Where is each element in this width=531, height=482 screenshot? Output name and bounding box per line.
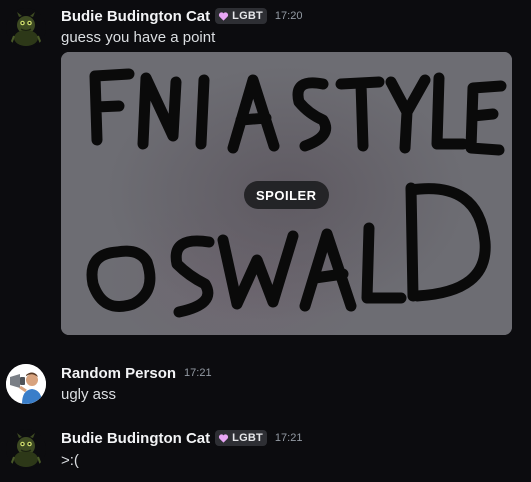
author-name[interactable]: Random Person <box>61 365 176 382</box>
message-header: Random Person 17:21 <box>61 363 212 383</box>
message-header: Budie Budington Cat LGBT 17:20 <box>61 6 302 26</box>
guild-tag-label: LGBT <box>232 10 263 22</box>
chat-message-list: Budie Budington Cat LGBT 17:20 guess you… <box>0 0 531 482</box>
guild-tag-label: LGBT <box>232 432 263 444</box>
guild-tag-badge[interactable]: LGBT <box>215 430 267 446</box>
timestamp[interactable]: 17:21 <box>275 432 303 444</box>
heart-icon <box>219 433 229 443</box>
avatar[interactable] <box>6 364 46 404</box>
author-name[interactable]: Budie Budington Cat <box>61 8 210 25</box>
avatar[interactable] <box>6 8 46 48</box>
message-text: >:( <box>61 452 79 469</box>
timestamp[interactable]: 17:20 <box>275 10 303 22</box>
green-creature-avatar-icon <box>6 429 46 469</box>
message-header: Budie Budington Cat LGBT 17:21 <box>61 428 302 448</box>
guild-tag-badge[interactable]: LGBT <box>215 8 267 24</box>
author-name[interactable]: Budie Budington Cat <box>61 430 210 447</box>
heart-icon <box>219 11 229 21</box>
message-text: guess you have a point <box>61 29 216 46</box>
spoiler-image-attachment[interactable]: SPOILER <box>61 52 512 335</box>
spoiler-label[interactable]: SPOILER <box>244 181 329 209</box>
avatar[interactable] <box>6 429 46 469</box>
timestamp[interactable]: 17:21 <box>184 367 212 379</box>
person-with-megaphone-avatar-icon <box>6 364 46 404</box>
message-text: ugly ass <box>61 386 117 403</box>
green-creature-avatar-icon <box>6 8 46 48</box>
